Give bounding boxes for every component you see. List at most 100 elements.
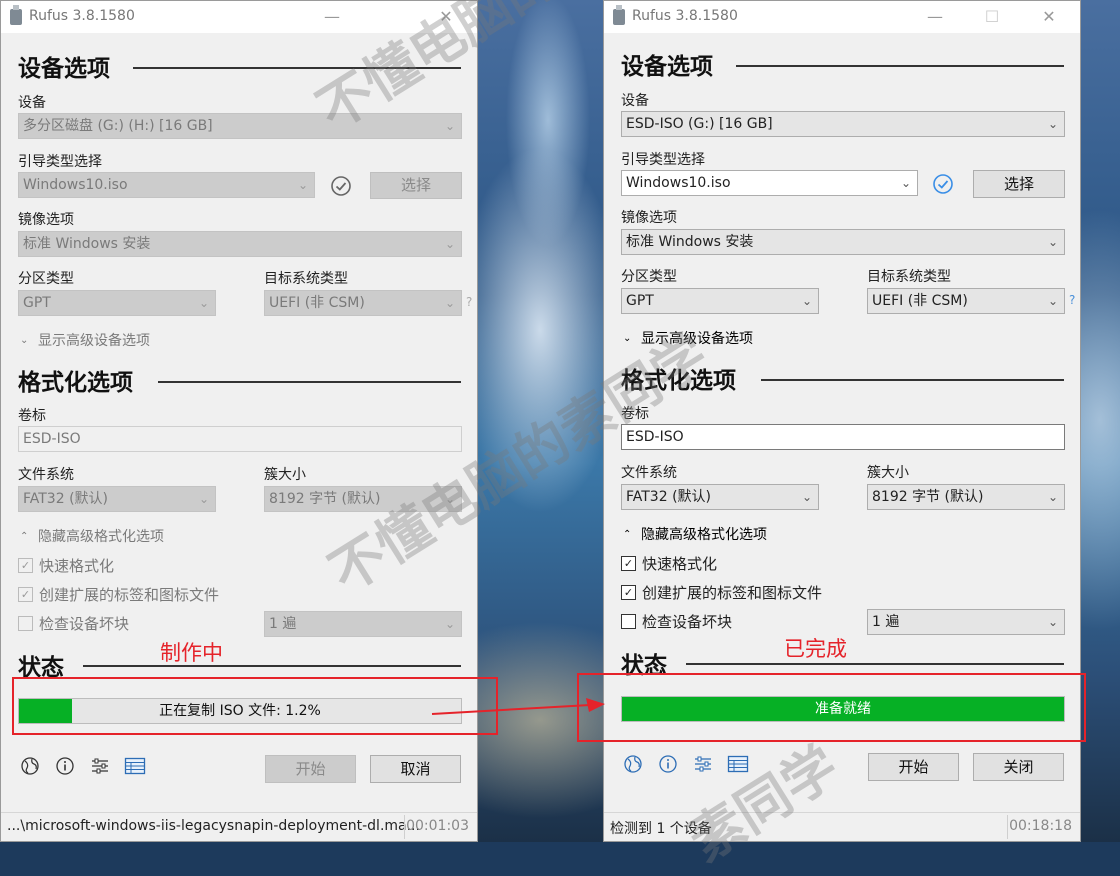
start-button[interactable]: 开始 [265,755,356,783]
volume-label-input[interactable]: ESD-ISO [18,426,462,452]
chevron-down-icon: ⌄ [444,492,455,506]
annotation-done: 已完成 [784,637,847,661]
extended-label-checkbox[interactable]: ✓ 创建扩展的标签和图标文件 [18,584,219,605]
select-file-button[interactable]: 选择 [370,172,462,199]
check-circle-icon[interactable] [932,173,954,199]
help-icon[interactable]: ? [1069,293,1075,307]
advanced-device-toggle[interactable]: ⌄ 显示高级设备选项 [623,328,753,348]
bad-blocks-checkbox[interactable]: 检查设备坏块 [18,613,129,634]
image-option-select[interactable]: 标准 Windows 安装 ⌄ [621,229,1065,255]
settings-sliders-icon[interactable] [692,753,714,775]
device-label: 设备 [621,93,649,109]
chevron-down-icon: ⌄ [444,617,455,631]
quick-format-label: 快速格式化 [642,555,718,573]
checkbox-checked-icon: ✓ [18,587,33,602]
close-button[interactable]: 关闭 [973,753,1064,781]
extended-label-checkbox[interactable]: ✓ 创建扩展的标签和图标文件 [621,582,822,603]
quick-format-checkbox[interactable]: ✓ 快速格式化 [18,555,114,576]
partition-type-value: GPT [626,293,654,309]
partition-type-label: 分区类型 [18,271,74,287]
bad-blocks-label: 检查设备坏块 [642,613,733,631]
close-window-button[interactable]: ✕ [1034,4,1064,30]
help-icon[interactable]: ? [466,295,472,309]
close-window-button[interactable]: ✕ [431,4,461,30]
volume-label-input[interactable]: ESD-ISO [621,424,1065,450]
boot-type-value: Windows10.iso [23,177,128,193]
image-option-select[interactable]: 标准 Windows 安装 ⌄ [18,231,462,257]
device-select[interactable]: ESD-ISO (G:) [16 GB] ⌄ [621,111,1065,137]
chevron-down-icon: ⌄ [900,176,911,190]
checkbox-checked-icon: ✓ [18,558,33,573]
quick-format-label: 快速格式化 [39,557,115,575]
partition-type-select[interactable]: GPT ⌄ [621,288,819,314]
checkbox-unchecked-icon [621,614,636,629]
device-select[interactable]: 多分区磁盘 (G:) (H:) [16 GB] ⌄ [18,113,462,139]
maximize-button[interactable]: ☐ [977,4,1007,30]
arrow-icon [431,698,605,715]
boot-type-value: Windows10.iso [626,175,731,191]
chevron-down-icon: ⌄ [1047,294,1058,308]
section-divider [761,379,1064,381]
chevron-down-icon: ⌄ [801,490,812,504]
elapsed-time: 00:18:18 [1009,818,1072,834]
status-bar-text: 检测到 1 个设备 [610,821,712,837]
cluster-size-label: 簇大小 [264,467,306,483]
log-table-icon[interactable] [124,755,146,777]
target-system-select[interactable]: UEFI (非 CSM) ⌄ [867,288,1065,314]
info-icon[interactable] [54,755,76,777]
chevron-down-icon: ⌄ [1047,615,1058,629]
log-table-icon[interactable] [727,753,749,775]
cancel-button[interactable]: 取消 [370,755,461,783]
rufus-app-icon [613,5,625,25]
chevron-down-icon: ⌄ [623,332,632,344]
format-section-title: 格式化选项 [621,368,736,394]
status-bar: 检测到 1 个设备 00:18:18 [604,812,1080,841]
advanced-device-label: 显示高级设备选项 [38,333,150,349]
extended-label-text: 创建扩展的标签和图标文件 [39,586,220,604]
settings-sliders-icon[interactable] [89,755,111,777]
cluster-size-select[interactable]: 8192 字节 (默认) ⌄ [867,484,1065,510]
boot-type-select[interactable]: Windows10.iso ⌄ [18,172,315,198]
minimize-button[interactable]: — [920,4,950,30]
passes-select[interactable]: 1 遍 ⌄ [264,611,462,637]
check-circle-icon[interactable] [330,175,352,201]
info-icon[interactable] [657,753,679,775]
highlight-box-right [577,673,1086,742]
advanced-format-toggle[interactable]: ⌃ 隐藏高级格式化选项 [20,526,164,546]
section-divider [736,65,1064,67]
start-button[interactable]: 开始 [868,753,959,781]
device-label: 设备 [18,95,46,111]
partition-type-label: 分区类型 [621,269,677,285]
passes-select[interactable]: 1 遍 ⌄ [867,609,1065,635]
rufus-app-icon [10,5,22,25]
partition-type-select[interactable]: GPT ⌄ [18,290,216,316]
section-divider [133,67,461,69]
volume-label-label: 卷标 [621,406,649,422]
chevron-down-icon: ⌄ [444,296,455,310]
checkbox-checked-icon: ✓ [621,585,636,600]
chevron-down-icon: ⌄ [444,237,455,251]
passes-value: 1 遍 [872,614,900,630]
globe-icon[interactable] [19,755,41,777]
advanced-device-toggle[interactable]: ⌄ 显示高级设备选项 [20,330,150,350]
window-title: Rufus 3.8.1580 [29,8,135,24]
bad-blocks-checkbox[interactable]: 检查设备坏块 [621,611,732,632]
globe-icon[interactable] [622,753,644,775]
status-separator [1007,815,1008,839]
cluster-size-select[interactable]: 8192 字节 (默认) ⌄ [264,486,462,512]
select-file-button[interactable]: 选择 [973,170,1065,198]
quick-format-checkbox[interactable]: ✓ 快速格式化 [621,553,717,574]
chevron-down-icon: ⌄ [198,492,209,506]
minimize-button[interactable]: — [317,4,347,30]
file-system-select[interactable]: FAT32 (默认) ⌄ [621,484,819,510]
image-option-value: 标准 Windows 安装 [626,234,754,250]
boot-type-select[interactable]: Windows10.iso ⌄ [621,170,918,196]
advanced-format-toggle[interactable]: ⌃ 隐藏高级格式化选项 [623,524,767,544]
annotation-making: 制作中 [160,641,223,665]
cluster-size-value: 8192 字节 (默认) [872,489,984,505]
target-system-select[interactable]: UEFI (非 CSM) ⌄ [264,290,462,316]
toolbar-icons [19,755,146,777]
volume-label-label: 卷标 [18,408,46,424]
file-system-select[interactable]: FAT32 (默认) ⌄ [18,486,216,512]
target-system-value: UEFI (非 CSM) [872,293,968,309]
